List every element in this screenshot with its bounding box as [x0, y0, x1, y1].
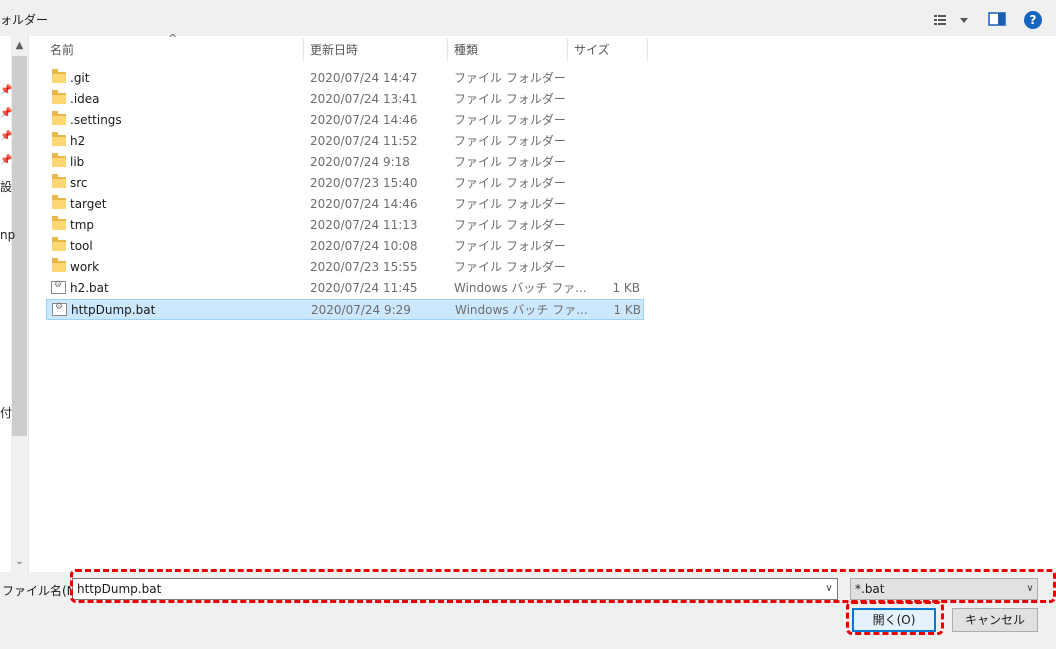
file-row[interactable]: .idea 2020/07/24 13:41 ファイル フォルダー [46, 89, 644, 110]
file-size [566, 257, 640, 278]
column-header-name[interactable]: 名前 [44, 40, 303, 60]
file-size [566, 110, 640, 131]
folder-icon [52, 216, 66, 230]
cancel-button[interactable]: キャンセル [952, 608, 1038, 632]
folder-icon [52, 237, 66, 251]
file-name: .settings [70, 113, 122, 127]
folder-icon [52, 90, 66, 104]
folder-icon [52, 174, 66, 188]
folder-icon [52, 111, 66, 125]
file-type: ファイル フォルダー [454, 239, 566, 253]
folder-icon [52, 69, 66, 83]
file-size [566, 68, 640, 89]
file-row[interactable]: .settings 2020/07/24 14:46 ファイル フォルダー [46, 110, 644, 131]
file-row[interactable]: lib 2020/07/24 9:18 ファイル フォルダー [46, 152, 644, 173]
file-size: 1 KB [612, 281, 640, 295]
file-size [566, 194, 640, 215]
file-date: 2020/07/23 15:40 [310, 176, 418, 190]
file-date: 2020/07/24 11:52 [310, 134, 418, 148]
help-icon[interactable]: ? [1024, 11, 1042, 29]
file-date: 2020/07/24 11:45 [310, 281, 418, 295]
file-name: httpDump.bat [71, 303, 156, 317]
file-type: ファイル フォルダー [454, 134, 566, 148]
file-date: 2020/07/23 15:55 [310, 260, 418, 274]
file-name: .git [70, 71, 90, 85]
file-date: 2020/07/24 11:13 [310, 218, 418, 232]
column-divider[interactable] [647, 38, 648, 62]
file-date: 2020/07/24 13:41 [310, 92, 418, 106]
file-type: ファイル フォルダー [454, 260, 566, 274]
file-row[interactable]: target 2020/07/24 14:46 ファイル フォルダー [46, 194, 644, 215]
column-header-date[interactable]: 更新日時 [304, 40, 447, 60]
file-size [566, 131, 640, 152]
file-row[interactable]: httpDump.bat2020/07/24 9:29Windows バッチ フ… [46, 299, 644, 320]
batch-file-icon [52, 302, 67, 316]
scroll-down-icon[interactable]: ⌄ [12, 556, 27, 567]
file-row[interactable]: work 2020/07/23 15:55 ファイル フォルダー [46, 257, 644, 278]
view-options-icon[interactable] [932, 12, 972, 28]
nav-item-label[interactable]: np [0, 228, 15, 242]
file-date: 2020/07/24 14:47 [310, 71, 418, 85]
file-type: ファイル フォルダー [454, 176, 566, 190]
scroll-up-icon[interactable]: ▲ [12, 40, 27, 51]
nav-item-label[interactable]: 設 [0, 178, 12, 195]
file-name: target [70, 197, 107, 211]
nav-scrollbar-thumb[interactable] [12, 56, 27, 436]
folder-icon [52, 132, 66, 146]
file-date: 2020/07/24 9:18 [310, 155, 410, 169]
file-size [566, 152, 640, 173]
file-type: ファイル フォルダー [454, 218, 566, 232]
file-size [566, 236, 640, 257]
file-type: ファイル フォルダー [454, 71, 566, 85]
file-type: ファイル フォルダー [454, 113, 566, 127]
pin-icon: 📌 [0, 155, 13, 166]
file-size [566, 89, 640, 110]
file-name: tool [70, 239, 93, 253]
file-name: src [70, 176, 88, 190]
file-date: 2020/07/24 14:46 [310, 113, 418, 127]
folder-icon [52, 258, 66, 272]
file-name: work [70, 260, 100, 274]
file-row[interactable]: tool 2020/07/24 10:08 ファイル フォルダー [46, 236, 644, 257]
file-row[interactable]: h2.bat2020/07/24 11:45Windows バッチ ファ...1… [46, 278, 644, 299]
file-row[interactable]: h2 2020/07/24 11:52 ファイル フォルダー [46, 131, 644, 152]
toolbar [0, 0, 1056, 36]
file-name: h2 [70, 134, 86, 148]
column-header-size[interactable]: サイズ [568, 40, 647, 60]
nav-item-label[interactable]: 付 [0, 404, 12, 421]
file-row[interactable]: src 2020/07/23 15:40 ファイル フォルダー [46, 173, 644, 194]
file-date: 2020/07/24 14:46 [310, 197, 418, 211]
file-name: lib [70, 155, 85, 169]
file-type: ファイル フォルダー [454, 155, 566, 169]
file-date: 2020/07/24 10:08 [310, 239, 418, 253]
preview-pane-icon[interactable] [988, 12, 1006, 26]
pin-icon: 📌 [0, 131, 13, 142]
file-date: 2020/07/24 9:29 [311, 303, 411, 317]
file-size [566, 173, 640, 194]
pin-icon: 📌 [0, 108, 13, 119]
file-name: tmp [70, 218, 95, 232]
file-row[interactable]: .git 2020/07/24 14:47 ファイル フォルダー [46, 68, 644, 89]
file-name: h2.bat [70, 281, 109, 295]
annotation-highlight [846, 601, 944, 635]
file-row[interactable]: tmp 2020/07/24 11:13 ファイル フォルダー [46, 215, 644, 236]
annotation-highlight [70, 569, 1056, 603]
column-header-type[interactable]: 種類 [448, 40, 567, 60]
file-name: .idea [70, 92, 100, 106]
folder-icon [52, 195, 66, 209]
file-type: ファイル フォルダー [454, 197, 566, 211]
new-folder-button[interactable]: ォルダー [0, 11, 48, 28]
batch-file-icon [51, 280, 66, 294]
file-size [566, 215, 640, 236]
file-size: 1 KB [613, 303, 641, 317]
folder-icon [52, 153, 66, 167]
file-type: ファイル フォルダー [454, 92, 566, 106]
pin-icon: 📌 [0, 85, 13, 96]
